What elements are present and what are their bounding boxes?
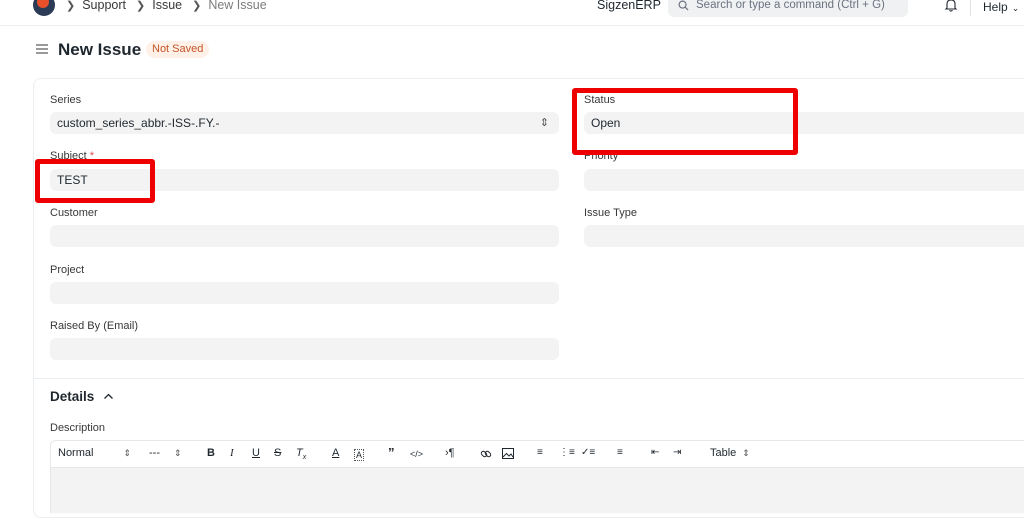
brand-name: SigzenERP [597, 0, 661, 12]
link-icon[interactable] [480, 448, 492, 460]
table-label: Table [710, 447, 737, 459]
chevron-up-icon[interactable] [103, 391, 114, 402]
strike-button[interactable]: S [274, 447, 281, 459]
text-style-select[interactable]: Normal ⇕ [58, 447, 131, 459]
status-badge: Not Saved [146, 41, 210, 58]
search-input[interactable]: Search or type a command (Ctrl + G) [668, 0, 908, 17]
customer-field[interactable] [50, 225, 559, 247]
select-arrows-icon: ⇕ [539, 117, 549, 129]
select-arrows-icon: ⇕ [742, 448, 750, 458]
chevron-right-icon: ❯ [192, 0, 202, 12]
font-size-select[interactable]: --- ⇕ [149, 447, 182, 459]
raised-by-field[interactable] [50, 338, 559, 360]
search-icon [678, 0, 689, 11]
chevron-down-icon: ⌄ [1011, 3, 1020, 13]
project-label: Project [50, 264, 85, 276]
hamburger-menu-icon[interactable] [36, 43, 48, 55]
code-block-icon[interactable]: </> [410, 449, 423, 459]
underline-button[interactable]: U [252, 447, 260, 459]
indent-icon[interactable]: ⇥ [673, 447, 681, 458]
search-placeholder: Search or type a command (Ctrl + G) [696, 0, 885, 11]
bullet-list-icon[interactable]: ⋮≡ [559, 447, 575, 458]
help-label: Help [983, 0, 1008, 14]
select-arrows-icon: ⇕ [123, 448, 131, 458]
image-icon[interactable] [502, 448, 514, 459]
chevron-right-icon: ❯ [66, 0, 76, 12]
customer-label: Customer [50, 207, 98, 219]
status-highlight-box [572, 88, 798, 155]
breadcrumb-issue[interactable]: Issue [152, 0, 182, 12]
details-section-title[interactable]: Details [50, 389, 94, 404]
ordered-list-icon[interactable]: ≡ [537, 447, 543, 458]
breadcrumb: ❯ Support ❯ Issue ❯ New Issue [66, 0, 277, 12]
project-field[interactable] [50, 282, 559, 304]
outdent-icon[interactable]: ⇤ [651, 447, 659, 458]
navbar-divider [970, 0, 971, 16]
subject-highlight-box [35, 159, 155, 203]
priority-select[interactable] [584, 169, 1024, 191]
select-arrows-icon: ⇕ [174, 448, 182, 458]
font-size-value: --- [149, 447, 160, 459]
italic-button[interactable]: I [230, 447, 234, 459]
align-icon[interactable]: ≡ [617, 447, 623, 458]
series-select[interactable]: custom_series_abbr.-ISS-.FY.- ⇕ [50, 112, 559, 134]
clear-format-icon[interactable]: Tx [296, 447, 306, 461]
issue-type-label: Issue Type [584, 207, 637, 219]
chevron-right-icon: ❯ [136, 0, 146, 12]
issue-type-field[interactable] [584, 225, 1024, 247]
blockquote-icon[interactable]: ” [388, 445, 395, 460]
font-color-icon[interactable]: A [332, 447, 339, 459]
editor-toolbar: Normal ⇕ --- ⇕ B I U S Tx A A ” </> ›¶ ≡ ⋮… [50, 440, 1024, 468]
background-color-icon[interactable]: A [354, 449, 365, 461]
raised-by-label: Raised By (Email) [50, 320, 139, 332]
description-editor[interactable] [50, 468, 1024, 513]
app-logo[interactable] [33, 0, 55, 16]
text-style-value: Normal [58, 447, 94, 459]
top-navbar: ❯ Support ❯ Issue ❯ New Issue SigzenERP … [0, 0, 1024, 26]
table-select[interactable]: Table ⇕ [710, 447, 750, 459]
bell-icon[interactable] [944, 0, 958, 12]
breadcrumb-support[interactable]: Support [82, 0, 126, 12]
section-divider [34, 378, 1024, 379]
direction-icon[interactable]: ›¶ [445, 447, 455, 459]
page-title: New Issue [58, 40, 142, 59]
check-list-icon[interactable]: ✓≡ [581, 447, 595, 458]
description-label: Description [50, 422, 106, 434]
help-menu[interactable]: Help ⌄ [983, 0, 1019, 14]
series-value: custom_series_abbr.-ISS-.FY.- [57, 116, 220, 130]
bold-button[interactable]: B [207, 447, 215, 459]
series-label: Series [50, 94, 82, 106]
breadcrumb-new-issue: New Issue [208, 0, 267, 12]
